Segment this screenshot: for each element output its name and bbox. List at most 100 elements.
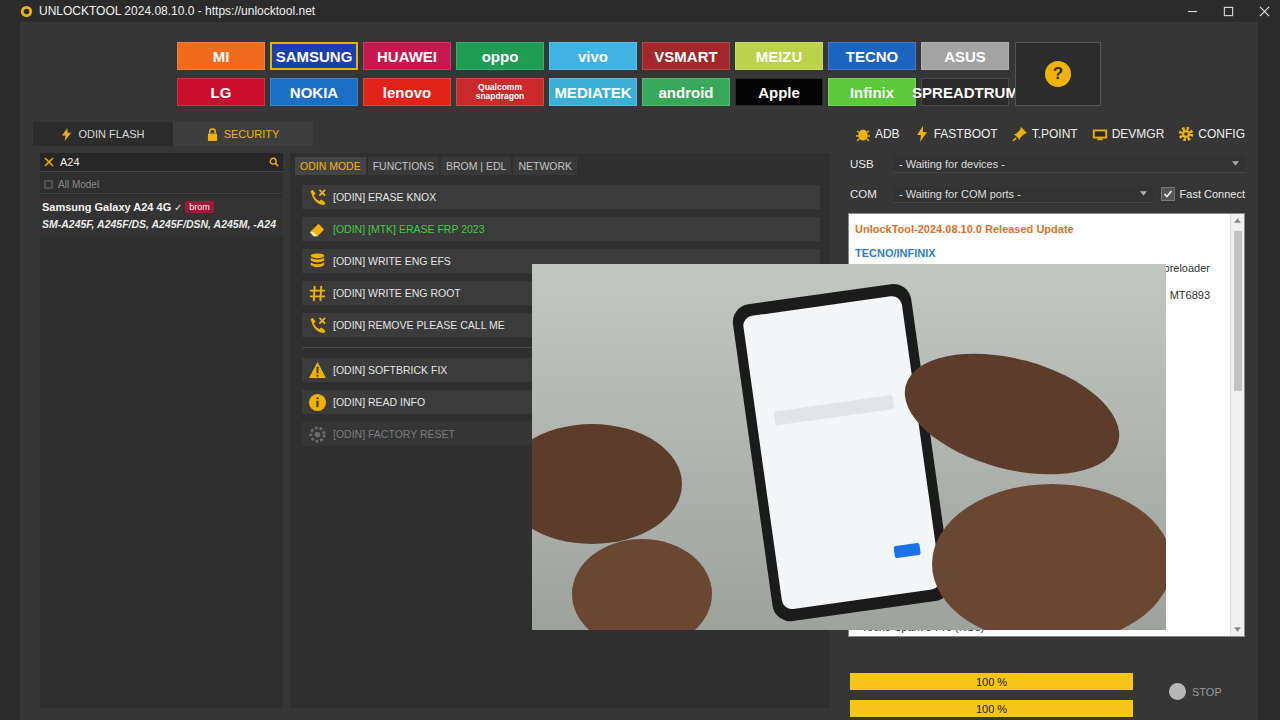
toolbar-button[interactable]: CONFIG	[1178, 126, 1245, 142]
log-line: UnlockTool-2024.08.10.0 Released Update	[855, 222, 1224, 236]
function-label: [ODIN] REMOVE PLEASE CALL ME	[333, 319, 505, 331]
brand-button[interactable]: LG	[177, 78, 265, 106]
mode-tab[interactable]: ODIN FLASH	[33, 122, 173, 146]
video-overlay	[532, 264, 1166, 630]
brand-label: MEDIATEK	[554, 84, 631, 101]
brand-grid: MI SAMSUNGHUAWEI oppo vivo VSMART MEIZU TECNO A…	[177, 42, 1009, 106]
brand-label: MI	[213, 48, 230, 65]
toolbar-label: CONFIG	[1198, 127, 1245, 141]
brand-label: ASUS	[944, 48, 986, 65]
mode-tab-label: SECURITY	[224, 128, 280, 140]
model-variants: SM-A245F, A245F/DS, A245F/DSN, A245M, -A…	[42, 218, 281, 232]
brand-button[interactable]: SPREADTRUM	[921, 78, 1009, 106]
pin-icon	[1012, 126, 1028, 142]
scroll-down-icon[interactable]	[1234, 627, 1241, 632]
mode-tabs: ODIN FLASH SECURITY	[33, 122, 313, 146]
function-tab[interactable]: NETWORK	[513, 157, 577, 175]
database-icon	[308, 252, 327, 271]
brand-button[interactable]: Qualcomm snapdragon	[456, 78, 544, 106]
gear-icon	[1178, 126, 1194, 142]
function-item[interactable]: [ODIN] ERASE KNOX	[302, 185, 820, 209]
toolbar-label: DEVMGR	[1112, 127, 1165, 141]
brand-label: android	[659, 84, 714, 101]
brand-button[interactable]: Infinix	[828, 78, 916, 106]
brand-button[interactable]: Apple	[735, 78, 823, 106]
maximize-icon[interactable]	[1223, 6, 1234, 17]
brand-label: oppo	[482, 48, 519, 65]
brand-button[interactable]: SAMSUNG	[270, 42, 358, 70]
toolbar: ADB FASTBOOT T.POINT DEVMGR CONFIG	[848, 122, 1245, 146]
stop-icon	[1169, 683, 1186, 700]
model-name: Samsung Galaxy A24 4G	[42, 201, 171, 213]
help-button[interactable]: ?	[1015, 42, 1101, 106]
brand-label: NOKIA	[290, 84, 338, 101]
brand-button[interactable]: oppo	[456, 42, 544, 70]
usb-label: USB	[848, 158, 885, 170]
hash-icon	[308, 284, 327, 303]
warning-icon	[308, 361, 327, 380]
brand-button[interactable]: lenovo	[363, 78, 451, 106]
search-icon[interactable]	[269, 157, 279, 167]
function-tab[interactable]: FUNCTIONS	[368, 157, 439, 175]
brand-label: Infinix	[850, 84, 894, 101]
log-line: TECNO/INFINIX	[855, 246, 1224, 260]
brand-button[interactable]: vivo	[549, 42, 637, 70]
brand-button[interactable]: MI	[177, 42, 265, 70]
brand-button[interactable]: NOKIA	[270, 78, 358, 106]
log-scrollbar[interactable]	[1230, 214, 1244, 636]
brand-button[interactable]: HUAWEI	[363, 42, 451, 70]
brand-label: Apple	[758, 84, 800, 101]
brand-button[interactable]: MEIZU	[735, 42, 823, 70]
model-search[interactable]: A24	[40, 153, 283, 172]
eraser-icon	[308, 220, 327, 239]
phone-cross-icon	[308, 316, 327, 335]
device-manager-icon	[1092, 126, 1108, 142]
toolbar-label: T.POINT	[1032, 127, 1078, 141]
info-icon	[308, 393, 327, 412]
model-panel: A24 All Model Samsung Galaxy A24 4G ✓ br…	[40, 153, 283, 708]
usb-dropdown[interactable]: - Waiting for devices -	[893, 156, 1245, 173]
toolbar-button[interactable]: ADB	[855, 126, 900, 142]
clear-icon[interactable]	[44, 157, 54, 167]
toolbar-button[interactable]: T.POINT	[1012, 126, 1078, 142]
reset-gear-icon	[308, 425, 327, 444]
function-tab[interactable]: BROM | EDL	[441, 157, 512, 175]
brand-button[interactable]: TECNO	[828, 42, 916, 70]
brand-button[interactable]: MEDIATEK	[549, 78, 637, 106]
brand-label: SPREADTRUM	[912, 84, 1018, 101]
mode-tab[interactable]: SECURITY	[173, 122, 313, 146]
brand-label: VSMART	[654, 48, 717, 65]
title-bar: UNLOCKTOOL 2024.08.10.0 - https://unlock…	[0, 0, 1280, 22]
function-item[interactable]: [ODIN] [MTK] ERASE FRP 2023	[302, 217, 820, 241]
brand-button[interactable]: android	[642, 78, 730, 106]
lock-icon	[207, 128, 218, 141]
com-label: COM	[848, 188, 885, 200]
function-label: [ODIN] [MTK] ERASE FRP 2023	[333, 223, 485, 235]
close-icon[interactable]	[1259, 6, 1270, 17]
function-tab[interactable]: ODIN MODE	[295, 157, 366, 175]
model-item[interactable]: Samsung Galaxy A24 4G ✓ brom SM-A245F, A…	[40, 198, 283, 236]
search-value[interactable]: A24	[60, 156, 263, 168]
all-model-row[interactable]: All Model	[40, 176, 283, 194]
fast-connect[interactable]: Fast Connect	[1161, 187, 1245, 201]
brand-label: TECNO	[846, 48, 899, 65]
scroll-thumb[interactable]	[1234, 231, 1242, 391]
toolbar-button[interactable]: DEVMGR	[1092, 126, 1165, 142]
progress-area: 100 % 100 % STOP	[848, 637, 1245, 720]
progress-bars: 100 % 100 %	[850, 673, 1133, 717]
toolbar-button[interactable]: FASTBOOT	[914, 126, 998, 142]
com-dropdown[interactable]: - Waiting for COM ports -	[893, 186, 1153, 203]
brand-button[interactable]: ASUS	[921, 42, 1009, 70]
brand-label: Qualcomm snapdragon	[457, 83, 543, 101]
usb-value: - Waiting for devices -	[899, 158, 1005, 170]
phone-cross-icon	[308, 188, 327, 207]
fast-connect-checkbox[interactable]	[1161, 187, 1175, 201]
minimize-icon[interactable]	[1187, 6, 1198, 17]
toolbar-label: ADB	[875, 127, 900, 141]
scroll-up-icon[interactable]	[1234, 218, 1241, 223]
app-logo-icon	[20, 5, 33, 18]
scroll-track	[1231, 227, 1244, 623]
progress-bar: 100 %	[850, 673, 1133, 690]
brand-button[interactable]: VSMART	[642, 42, 730, 70]
function-label: [ODIN] WRITE ENG EFS	[333, 255, 451, 267]
